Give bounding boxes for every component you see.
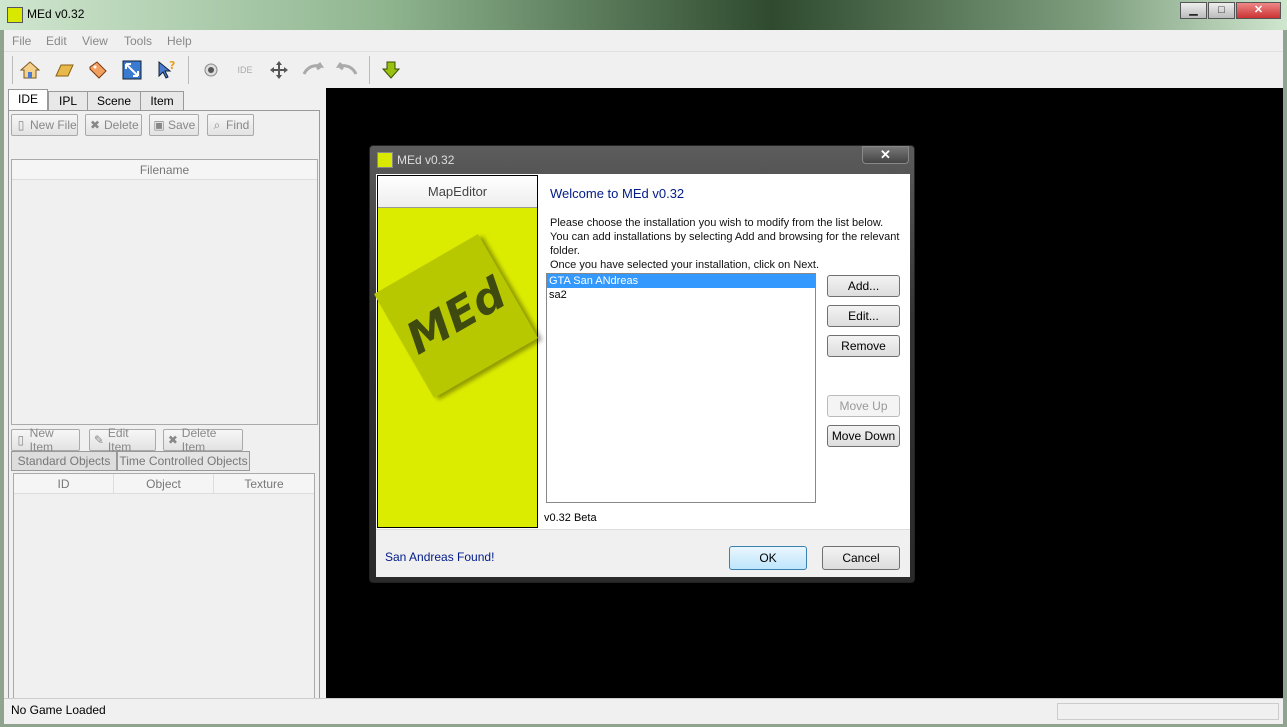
toolbar-separator: [188, 56, 189, 84]
new-item-label: New Item: [29, 426, 54, 454]
toolbar: ? IDE: [4, 52, 1283, 88]
window-title: MEd v0.32: [27, 7, 85, 21]
move-icon[interactable]: [267, 58, 291, 82]
filename-column-header[interactable]: Filename: [12, 160, 317, 180]
menu-tools[interactable]: Tools: [124, 34, 152, 48]
menu-edit[interactable]: Edit: [46, 34, 67, 48]
add-button[interactable]: Add...: [827, 275, 900, 297]
tab-ipl[interactable]: IPL: [48, 91, 88, 111]
tab-ide[interactable]: IDE: [8, 89, 48, 112]
record-icon[interactable]: [199, 58, 223, 82]
tab-item[interactable]: Item: [140, 91, 184, 111]
edit-button[interactable]: Edit...: [827, 305, 900, 327]
dialog-description: Please choose the installation you wish …: [550, 216, 900, 272]
object-list[interactable]: ID Object Texture: [13, 473, 315, 713]
resize-icon[interactable]: [120, 58, 144, 82]
save-label: Save: [168, 118, 196, 132]
banner-title: MapEditor: [378, 176, 537, 208]
list-item[interactable]: GTA San ANdreas: [547, 274, 815, 288]
dialog-close-button[interactable]: ✕: [862, 146, 909, 164]
column-id[interactable]: ID: [14, 474, 114, 493]
status-text: No Game Loaded: [11, 703, 106, 717]
remove-button[interactable]: Remove: [827, 335, 900, 357]
app-icon: [7, 7, 23, 23]
download-arrow-icon[interactable]: [379, 58, 403, 82]
delete-file-button[interactable]: ✖ Delete: [85, 114, 142, 136]
delete-item-label: Delete Item: [181, 426, 217, 454]
delete-item-button[interactable]: ✖ Delete Item: [163, 426, 243, 454]
list-item[interactable]: sa2: [547, 288, 815, 302]
svg-text:?: ?: [169, 59, 175, 72]
new-file-label: New File: [30, 118, 77, 132]
maximize-button[interactable]: □: [1208, 2, 1235, 19]
status-bar: No Game Loaded: [4, 698, 1283, 722]
menu-view[interactable]: View: [82, 34, 108, 48]
find-button[interactable]: ⌕ Find: [207, 114, 254, 136]
edit-item-button[interactable]: ✎ Edit Item: [89, 426, 156, 454]
cancel-button[interactable]: Cancel: [822, 546, 900, 570]
menu-file[interactable]: File: [12, 34, 31, 48]
edit-item-icon: ✎: [93, 433, 104, 447]
new-file-button[interactable]: ▯ New File: [11, 114, 78, 136]
column-object[interactable]: Object: [114, 474, 214, 493]
move-up-button[interactable]: Move Up: [827, 395, 900, 417]
tab-standard-objects[interactable]: Standard Objects: [11, 451, 117, 471]
status-progress-panel: [1057, 703, 1279, 720]
find-icon: ⌕: [213, 118, 221, 132]
delete-item-icon: ✖: [167, 433, 178, 447]
save-icon: ▣: [153, 118, 165, 132]
tag-icon[interactable]: [86, 58, 110, 82]
file-list[interactable]: Filename: [11, 159, 318, 425]
column-texture[interactable]: Texture: [214, 474, 314, 493]
menu-help[interactable]: Help: [167, 34, 192, 48]
logo-text: MEd: [397, 267, 515, 365]
object-list-header: ID Object Texture: [14, 474, 314, 494]
minimize-button[interactable]: ▁: [1180, 2, 1207, 19]
new-item-button[interactable]: ▯ New Item: [11, 426, 80, 454]
left-panel: IDE IPL Scene Item ▯ New File ✖ Delete ▣ Sa…: [6, 88, 320, 722]
ide-tab-pane: ▯ New File ✖ Delete ▣ Save ⌕ Find Filename ▯…: [8, 110, 320, 722]
setup-dialog: MEd v0.32 ✕ MapEditor MEd Welcome to MEd…: [369, 145, 915, 583]
tab-scene[interactable]: Scene: [87, 91, 141, 111]
move-down-button[interactable]: Move Down: [827, 425, 900, 447]
ide-icon[interactable]: IDE: [233, 58, 257, 82]
close-button[interactable]: ✕: [1236, 2, 1281, 19]
dialog-app-icon: [377, 152, 393, 168]
open-folder-icon[interactable]: [52, 58, 76, 82]
version-label: v0.32 Beta: [544, 512, 597, 524]
home-icon[interactable]: [18, 58, 42, 82]
description-line-2: Once you have selected your installation…: [550, 259, 820, 271]
save-button[interactable]: ▣ Save: [149, 114, 199, 136]
window-titlebar: MEd v0.32 ▁ □ ✕: [0, 0, 1287, 30]
delete-label: Delete: [104, 118, 139, 132]
dialog-footer: San Andreas Found! OK Cancel: [376, 529, 910, 577]
detection-status: San Andreas Found!: [385, 550, 495, 564]
installation-list[interactable]: GTA San ANdreas sa2: [546, 273, 816, 503]
undo-icon[interactable]: [301, 58, 325, 82]
welcome-heading: Welcome to MEd v0.32: [550, 186, 685, 201]
dialog-title: MEd v0.32: [397, 153, 455, 167]
description-line-1: Please choose the installation you wish …: [550, 217, 900, 257]
redo-icon[interactable]: [335, 58, 359, 82]
toolbar-grip: [12, 56, 13, 84]
med-logo: MEd: [374, 234, 538, 398]
menu-bar: File Edit View Tools Help: [4, 30, 1283, 52]
toolbar-separator: [369, 56, 370, 84]
dialog-banner: MapEditor MEd: [374, 175, 538, 528]
find-label: Find: [226, 118, 250, 132]
dialog-body: MapEditor MEd Welcome to MEd v0.32 Pleas…: [374, 174, 910, 577]
delete-icon: ✖: [89, 118, 101, 132]
new-file-icon: ▯: [17, 118, 25, 132]
help-cursor-icon[interactable]: ?: [154, 58, 178, 82]
ok-button[interactable]: OK: [729, 546, 807, 570]
new-item-icon: ▯: [17, 433, 25, 447]
tab-time-controlled-objects[interactable]: Time Controlled Objects: [117, 451, 250, 471]
edit-item-label: Edit Item: [107, 426, 132, 454]
